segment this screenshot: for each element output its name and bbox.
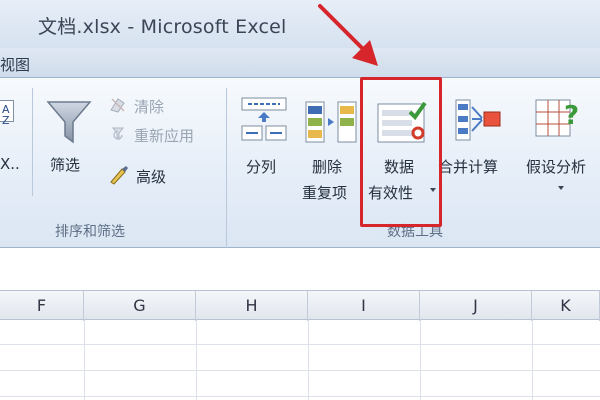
filter-icon[interactable] — [44, 98, 94, 148]
separator — [226, 88, 227, 248]
column-header-i[interactable]: I — [308, 291, 420, 321]
column-header-j[interactable]: J — [420, 291, 532, 321]
consolidate-label[interactable]: 合并计算 — [438, 156, 498, 177]
consolidate-icon[interactable] — [452, 96, 504, 144]
column-header-g[interactable]: G — [84, 291, 196, 321]
highlight-box — [360, 77, 442, 227]
remove-duplicates-label-line2[interactable]: 重复项 — [302, 182, 347, 203]
tab-view[interactable]: 视图 — [0, 54, 30, 75]
advanced-button-label[interactable]: 高级 — [136, 166, 166, 187]
svg-text:?: ? — [564, 101, 579, 131]
clear-button-label[interactable]: 清除 — [134, 96, 164, 117]
column-header-row: F G H I J K — [0, 290, 600, 321]
ribbon: A Z X.. 筛选 清除 重新应用 高级 排序和筛选 分列 删除 重复项 数据… — [0, 78, 600, 248]
filter-button-label[interactable]: 筛选 — [50, 154, 80, 175]
clear-icon — [110, 98, 125, 113]
what-if-label[interactable]: 假设分析 — [526, 156, 586, 177]
column-header-f[interactable]: F — [0, 291, 84, 321]
window-title: 文档.xlsx - Microsoft Excel — [38, 16, 287, 38]
sort-button-label[interactable]: X.. — [0, 155, 20, 173]
remove-duplicates-label-line1[interactable]: 删除 — [312, 156, 342, 177]
remove-duplicates-icon[interactable] — [302, 98, 358, 146]
reapply-icon — [111, 127, 125, 141]
advanced-icon — [110, 166, 128, 185]
sort-icon[interactable]: A Z — [0, 100, 20, 140]
column-header-h[interactable]: H — [196, 291, 308, 321]
separator — [32, 88, 33, 196]
text-to-columns-label[interactable]: 分列 — [246, 156, 276, 177]
reapply-button-label[interactable]: 重新应用 — [134, 125, 194, 146]
group-label-sort-filter: 排序和筛选 — [55, 224, 125, 240]
what-if-icon[interactable]: ? — [532, 94, 584, 144]
pointer-arrow-icon — [318, 4, 378, 66]
chevron-down-icon[interactable] — [558, 186, 564, 190]
text-to-columns-icon[interactable] — [238, 94, 290, 146]
cell-grid[interactable] — [0, 320, 600, 400]
column-header-k[interactable]: K — [532, 291, 600, 321]
